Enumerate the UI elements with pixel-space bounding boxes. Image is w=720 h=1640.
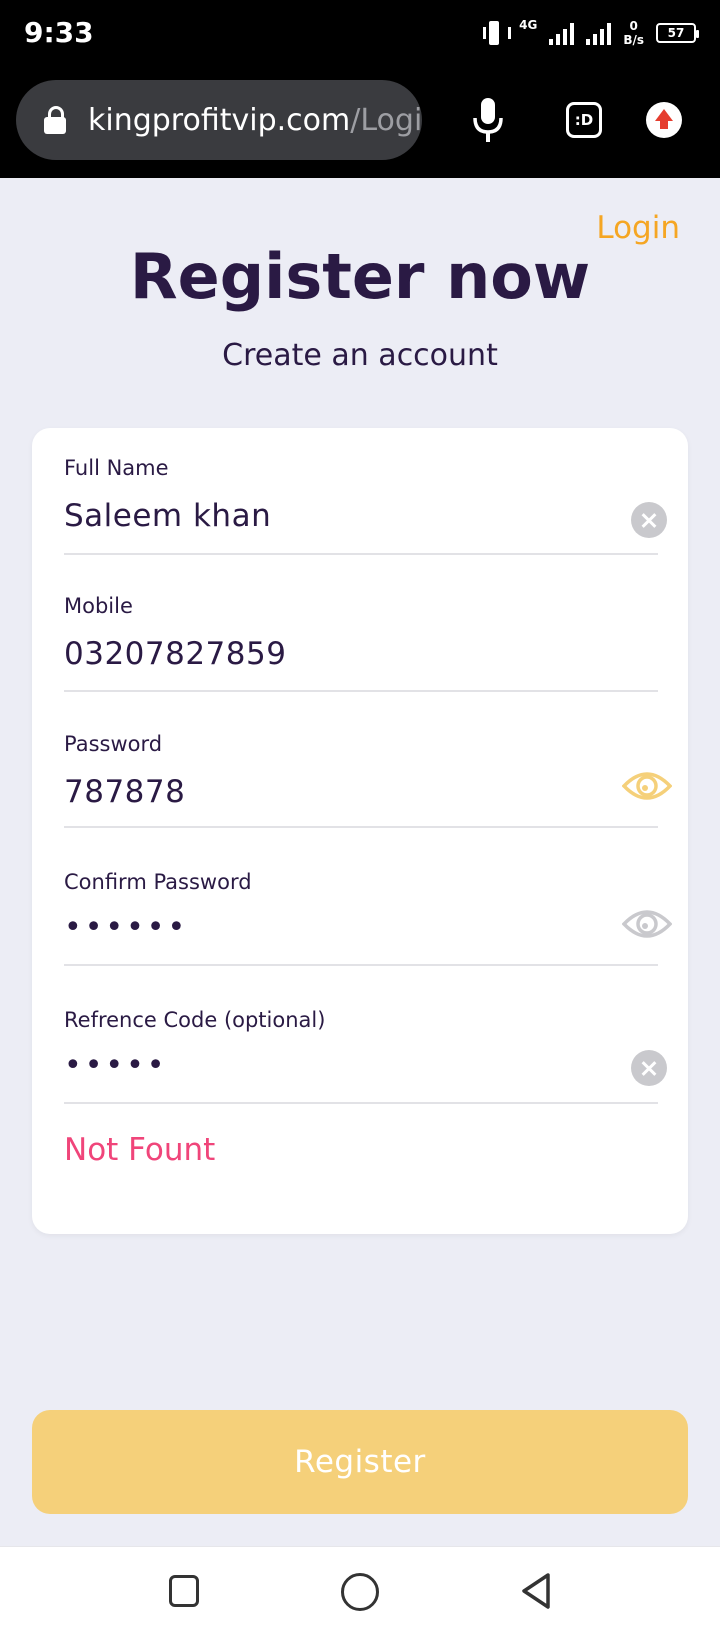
home-icon[interactable] bbox=[341, 1573, 379, 1611]
password-field: Password 787878 bbox=[64, 704, 672, 844]
speed-unit: B/s bbox=[623, 33, 644, 47]
mobile-field: Mobile 03207827859 bbox=[64, 566, 664, 706]
reference-code-underline bbox=[64, 1102, 658, 1104]
url-path: /Logi bbox=[350, 102, 422, 138]
confirm-password-underline bbox=[64, 964, 658, 966]
page-subtitle: Create an account bbox=[222, 338, 498, 373]
microphone-icon[interactable] bbox=[470, 96, 506, 144]
full-name-input[interactable]: Saleem khan bbox=[64, 498, 271, 534]
address-bar[interactable]: kingprofitvip.com/Logi bbox=[16, 80, 422, 160]
signal-icon-2 bbox=[586, 21, 612, 45]
lock-icon[interactable] bbox=[44, 106, 66, 134]
network-speed: 0 B/s bbox=[623, 19, 644, 47]
browser-toolbar: kingprofitvip.com/Logi :D bbox=[0, 66, 720, 178]
clear-icon-reference[interactable] bbox=[631, 1050, 667, 1086]
register-form-card: Full Name Saleem khan Mobile 03207827859… bbox=[32, 428, 688, 1234]
clear-icon[interactable] bbox=[631, 502, 667, 538]
update-icon[interactable] bbox=[646, 102, 682, 138]
network-type: 4G bbox=[519, 18, 538, 32]
reference-code-field: Refrence Code (optional) ••••• bbox=[64, 980, 667, 1120]
url-text[interactable]: kingprofitvip.com/Logi bbox=[88, 103, 422, 138]
reference-code-input[interactable]: ••••• bbox=[64, 1048, 167, 1083]
status-time: 9:33 bbox=[24, 16, 94, 49]
eye-icon-confirm[interactable] bbox=[622, 904, 672, 944]
eye-icon[interactable] bbox=[622, 766, 672, 806]
full-name-underline bbox=[64, 553, 658, 555]
status-bar: 9:33 4G 0 B/s 57 bbox=[0, 0, 720, 66]
tabs-icon[interactable]: :D bbox=[566, 102, 602, 138]
status-icons: 4G 0 B/s 57 bbox=[481, 16, 699, 50]
signal-icon bbox=[549, 21, 575, 45]
full-name-label: Full Name bbox=[64, 456, 169, 480]
recent-apps-icon[interactable] bbox=[169, 1575, 199, 1607]
reference-error-text: Not Fount bbox=[64, 1132, 216, 1168]
password-label: Password bbox=[64, 732, 163, 756]
register-button[interactable]: Register bbox=[32, 1410, 688, 1514]
page-title: Register now bbox=[129, 240, 591, 313]
system-nav-bar bbox=[0, 1546, 720, 1640]
vibrate-icon bbox=[481, 19, 512, 47]
password-input[interactable]: 787878 bbox=[64, 774, 185, 810]
mobile-underline bbox=[64, 690, 658, 692]
tabs-label: :D bbox=[574, 111, 594, 129]
full-name-field: Full Name Saleem khan bbox=[64, 428, 667, 568]
reference-code-label: Refrence Code (optional) bbox=[64, 1008, 326, 1032]
speed-value: 0 bbox=[629, 19, 638, 33]
mobile-label: Mobile bbox=[64, 594, 133, 618]
battery-level: 57 bbox=[667, 26, 685, 40]
url-domain: kingprofitvip.com bbox=[88, 102, 351, 138]
confirm-password-input[interactable]: •••••• bbox=[64, 910, 188, 945]
password-underline bbox=[64, 826, 658, 828]
confirm-password-label: Confirm Password bbox=[64, 870, 252, 894]
confirm-password-field: Confirm Password •••••• bbox=[64, 842, 672, 982]
back-icon[interactable] bbox=[518, 1571, 554, 1611]
battery-icon: 57 bbox=[656, 23, 699, 43]
mobile-input[interactable]: 03207827859 bbox=[64, 636, 286, 672]
